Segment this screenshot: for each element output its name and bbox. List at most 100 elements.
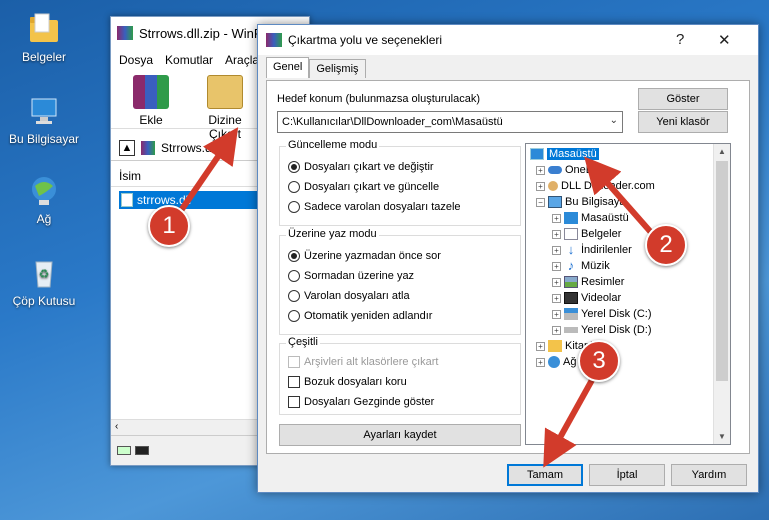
extract-dialog[interactable]: Çıkartma yolu ve seçenekleri ? ✕ Genel G… [257, 24, 759, 493]
expand-icon[interactable]: + [552, 277, 561, 287]
menu-commands[interactable]: Komutlar [165, 53, 213, 67]
overwrite-mode-group: Üzerine yaz modu Üzerine yazmadan önce s… [279, 228, 521, 335]
radio-overwrite-without-prompt[interactable]: Sormadan üzerine yaz [288, 270, 414, 282]
checkbox [288, 356, 300, 368]
expand-icon[interactable]: + [552, 325, 561, 335]
documents-icon [564, 228, 578, 240]
archive-path[interactable]: Strrows.dll.z [161, 141, 226, 155]
tree-item-this-pc[interactable]: − Bu Bilgisaya [536, 196, 626, 208]
desktop-icon-network[interactable]: Ağ [0, 174, 88, 226]
desktop-icon-recycle-bin[interactable]: ♻ Çöp Kutusu [0, 256, 88, 308]
menu-tools[interactable]: Araçla [225, 53, 259, 67]
tree-item-label: Yerel Disk (C:) [581, 308, 652, 320]
expand-icon[interactable]: + [536, 357, 545, 367]
expand-icon[interactable]: + [552, 245, 561, 255]
user-icon [548, 181, 558, 191]
expand-icon[interactable]: + [552, 261, 561, 271]
expand-icon[interactable]: + [552, 213, 561, 223]
destination-input[interactable]: C:\Kullanıcılar\DllDownloader_com\Masaüs… [277, 111, 623, 133]
checkbox[interactable] [288, 396, 300, 408]
radio-button[interactable] [288, 201, 300, 213]
file-row[interactable]: strrows.dll [119, 191, 259, 209]
tree-item-network[interactable]: + Ağ [536, 356, 576, 368]
tree-item-pc-desktop[interactable]: + Masaüstü [552, 212, 629, 224]
checkbox-show-in-explorer[interactable]: Dosyaları Gezginde göster [288, 396, 434, 408]
scroll-down-icon[interactable]: ▼ [718, 432, 726, 441]
dialog-titlebar[interactable]: Çıkartma yolu ve seçenekleri ? ✕ [258, 25, 758, 55]
expand-icon[interactable]: + [536, 165, 545, 175]
tab-advanced[interactable]: Gelişmiş [309, 59, 366, 78]
menu-file[interactable]: Dosya [119, 53, 153, 67]
collapse-icon[interactable]: − [536, 197, 545, 207]
annotation-badge-3: 3 [578, 340, 620, 382]
tree-item-label: İndirilenler [581, 244, 632, 256]
music-icon: ♪ [567, 258, 575, 273]
tab-general[interactable]: Genel [266, 57, 310, 78]
radio-skip-existing[interactable]: Varolan dosyaları atla [288, 290, 410, 302]
new-folder-button[interactable]: Yeni klasör [638, 111, 728, 133]
tree-item-documents[interactable]: + Belgeler [552, 228, 621, 240]
cancel-button[interactable]: İptal [589, 464, 665, 486]
tree-vertical-scrollbar[interactable]: ▲ ▼ [713, 144, 730, 444]
radio-label: Otomatik yeniden adlandır [304, 310, 433, 322]
radio-label: Dosyaları çıkart ve değiştir [304, 161, 434, 173]
help-icon[interactable]: ? [676, 31, 684, 48]
tree-item-drive-c[interactable]: + Yerel Disk (C:) [552, 308, 652, 320]
tree-item-videos[interactable]: + Videolar [552, 292, 621, 304]
dll-file-icon [121, 193, 133, 207]
extract-to-button[interactable]: Dizine Çıkart [193, 75, 257, 141]
tree-item-label: Yerel Disk (D:) [581, 324, 652, 336]
tree-item-pictures[interactable]: + Resimler [552, 276, 624, 288]
tree-item-label: DLL Do loader.com [561, 180, 655, 192]
annotation-badge-1: 1 [148, 205, 190, 247]
update-mode-group: Güncelleme modu Dosyaları çıkart ve deği… [279, 139, 521, 226]
help-button[interactable]: Yardım [671, 464, 747, 486]
tree-item-music[interactable]: + ♪ Müzik [552, 258, 610, 273]
close-icon[interactable]: ✕ [718, 31, 731, 49]
radio-extract-update[interactable]: Dosyaları çıkart ve güncelle [288, 181, 439, 193]
checkbox[interactable] [288, 376, 300, 388]
save-settings-button[interactable]: Ayarları kaydet [279, 424, 521, 446]
folder-tree[interactable]: Masaüstü + OneD + DLL Do loader.com − Bu Bi… [525, 143, 731, 445]
expand-icon[interactable]: + [552, 229, 561, 239]
radio-button[interactable] [288, 250, 300, 262]
folder-icon [27, 12, 61, 46]
tree-item-user[interactable]: + DLL Do loader.com [536, 180, 655, 192]
chevron-down-icon[interactable]: ⌄ [610, 115, 618, 126]
radio-button[interactable] [288, 310, 300, 322]
winrar-title: Strrows.dll.zip - WinR [139, 25, 264, 41]
add-button-label: Ekle [139, 113, 163, 127]
radio-label: Dosyaları çıkart ve güncelle [304, 181, 440, 193]
expand-icon[interactable]: + [536, 341, 545, 351]
up-folder-icon[interactable]: ▲ [119, 139, 135, 156]
scrollbar-thumb[interactable] [716, 161, 728, 381]
desktop-icon-this-pc[interactable]: Bu Bilgisayar [0, 94, 88, 146]
scroll-left-icon[interactable]: ‹ [115, 421, 118, 432]
show-button[interactable]: Göster [638, 88, 728, 110]
tree-item-downloads[interactable]: + ↓ İndirilenler [552, 243, 632, 256]
radio-button[interactable] [288, 181, 300, 193]
expand-icon[interactable]: + [536, 181, 545, 191]
tree-item-desktop[interactable]: Masaüstü [530, 148, 599, 160]
expand-icon[interactable]: + [552, 293, 561, 303]
radio-auto-rename[interactable]: Otomatik yeniden adlandır [288, 310, 432, 322]
drive-icon [564, 308, 578, 320]
ok-button[interactable]: Tamam [507, 464, 583, 486]
radio-button[interactable] [288, 270, 300, 282]
network-icon [548, 356, 560, 368]
tree-item-onedrive[interactable]: + OneD [536, 164, 594, 176]
scroll-up-icon[interactable]: ▲ [718, 147, 726, 156]
radio-freshen-existing[interactable]: Sadece varolan dosyaları tazele [288, 201, 461, 213]
tree-item-label: Masaüstü [547, 148, 599, 160]
expand-icon[interactable]: + [552, 309, 561, 319]
tree-item-drive-d[interactable]: + Yerel Disk (D:) [552, 324, 652, 336]
add-button[interactable]: Ekle [119, 75, 183, 127]
radio-button[interactable] [288, 161, 300, 173]
radio-button[interactable] [288, 290, 300, 302]
checkbox-keep-broken-files[interactable]: Bozuk dosyaları koru [288, 376, 407, 388]
desktop-icon-documents[interactable]: Belgeler [0, 12, 88, 64]
computer-icon [27, 94, 61, 128]
radio-ask-before-overwrite[interactable]: Üzerine yazmadan önce sor [288, 250, 441, 262]
misc-group: Çeşitli Arşivleri alt klasörlere çıkart … [279, 336, 521, 415]
radio-extract-replace[interactable]: Dosyaları çıkart ve değiştir [288, 161, 434, 173]
